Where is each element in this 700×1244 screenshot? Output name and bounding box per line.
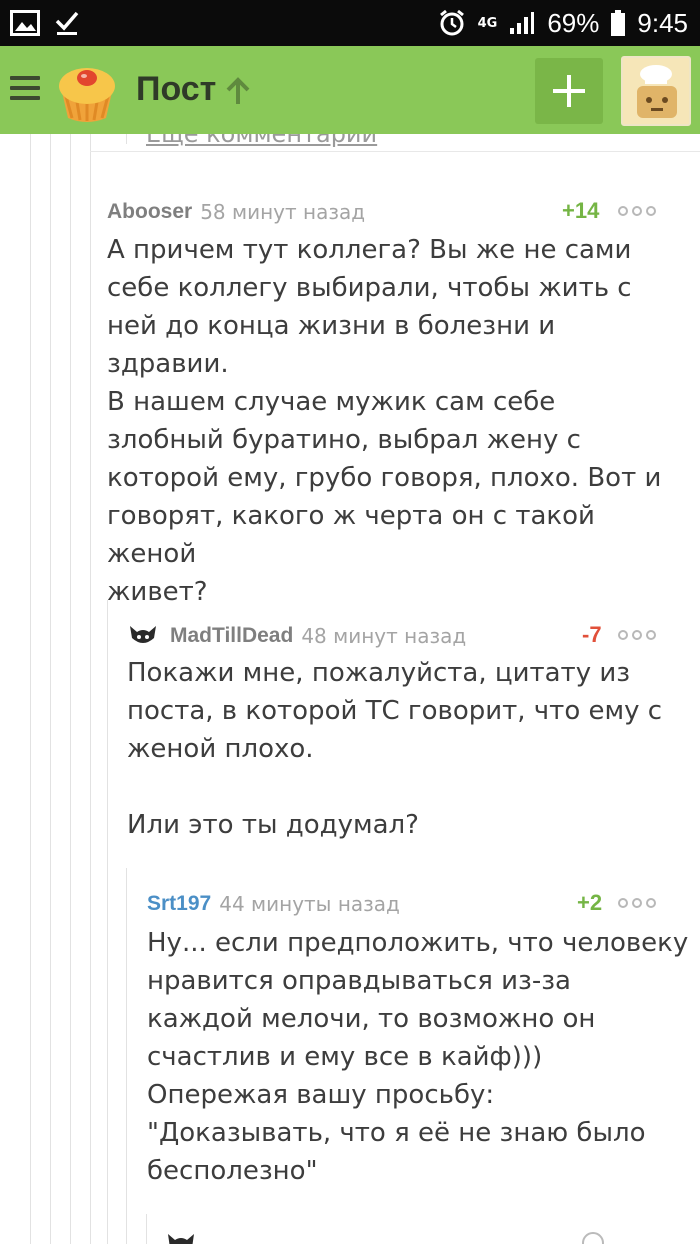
menu-icon[interactable]: [10, 76, 40, 100]
more-options-icon[interactable]: [618, 898, 656, 908]
gallery-notification-icon: [10, 10, 40, 36]
alarm-icon: [439, 9, 464, 36]
divider: [90, 151, 700, 152]
info-icon[interactable]: [582, 1232, 604, 1244]
comment-time: 44 минуты назад: [219, 892, 400, 916]
author-avatar[interactable]: [166, 1234, 196, 1244]
battery-percent: 69%: [547, 7, 600, 38]
thread-line: [30, 134, 31, 1244]
comment-text: Покажи мне, пожалуйста, цитату из поста,…: [127, 658, 663, 840]
thread-line: [126, 134, 127, 144]
battery-icon: [611, 10, 626, 36]
thread-line: [90, 134, 91, 1244]
comment-author[interactable]: Srt197: [147, 892, 211, 916]
more-options-icon[interactable]: [618, 206, 656, 216]
more-options-icon[interactable]: [618, 630, 656, 640]
comment-text: А причем тут коллега? Вы же не сами себе…: [107, 235, 662, 607]
comment-text: Ну... если предположить, что человеку нр…: [147, 928, 689, 1186]
add-post-button[interactable]: [535, 58, 603, 124]
signal-icon: [510, 12, 535, 34]
download-done-icon: [55, 11, 79, 35]
chef-avatar-icon: [623, 58, 689, 124]
author-avatar[interactable]: [128, 622, 158, 648]
app-bar: Пост: [0, 46, 700, 134]
comment-time: 48 минут назад: [301, 624, 467, 648]
comment-author[interactable]: MadTillDead: [170, 624, 293, 648]
thread-line: [146, 1214, 147, 1244]
comment-author[interactable]: Abooser: [107, 200, 192, 224]
arrow-up-icon[interactable]: [222, 76, 254, 108]
thread-line: [50, 134, 51, 1244]
user-avatar[interactable]: [621, 56, 691, 126]
comment-time: 58 минут назад: [200, 200, 366, 224]
network-type: 4G: [477, 15, 498, 31]
comments-thread: Еще комментарии Abooser 58 минут назад +…: [0, 134, 700, 1244]
more-comments-link[interactable]: Еще комментарии: [146, 134, 377, 148]
thread-line: [107, 600, 108, 1244]
page-title: Пост: [136, 70, 217, 108]
thread-line: [126, 868, 127, 1244]
pikabu-logo[interactable]: [52, 56, 122, 126]
thread-line: [70, 134, 71, 1244]
comment-rating: +14: [562, 198, 600, 223]
status-bar: 4G 69% 9:45: [0, 0, 700, 46]
clock: 9:45: [637, 7, 688, 38]
comment-rating: -7: [582, 622, 602, 647]
comment-rating: +2: [577, 890, 603, 915]
